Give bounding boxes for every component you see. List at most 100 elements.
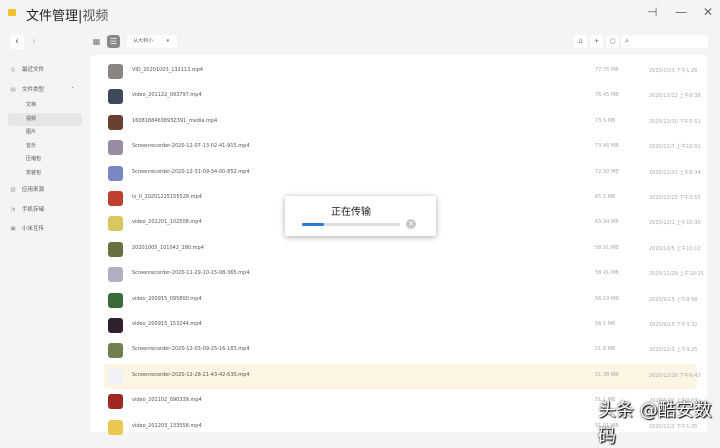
video-thumbnail	[108, 114, 123, 130]
video-thumbnail	[108, 394, 123, 410]
sidebar-icon: ▤	[10, 87, 16, 93]
sidebar-icon: ◎	[10, 67, 16, 73]
file-list: VID_20201003_132113.mp4 77.75 MB 2020/10…	[90, 55, 707, 435]
sidebar-icon: ◔	[10, 207, 16, 213]
sidebar-item[interactable]: 压缩包	[8, 153, 82, 166]
file-name: Screenrecorder-2020-12-03-09-25-16-183.m…	[132, 346, 250, 353]
file-date: 2020/12/1 上午10:30	[649, 220, 701, 227]
video-thumbnail	[108, 292, 123, 308]
sidebar-item-label: 压缩包	[26, 156, 42, 162]
sidebar-item[interactable]: ◔ 手机存储	[8, 204, 82, 217]
video-thumbnail	[108, 216, 123, 232]
file-date: 2020/9/15 下午3:32	[649, 322, 698, 328]
file-size: 63.94 MB	[595, 219, 619, 226]
file-name: Screenrecorder-2020-12-07-13-02-41-915.m…	[132, 143, 250, 150]
file-row[interactable]: Screenrecorder-2020-12-03-09-25-16-183.m…	[104, 338, 697, 363]
file-row[interactable]: 1608188463893Z391_media.mp4 73.5 MB 2020…	[104, 110, 701, 135]
file-size: 51.8 MB	[595, 346, 616, 353]
file-size: 58.41 MB	[595, 270, 619, 277]
file-date: 2020/11/29 上午10:15	[649, 271, 704, 278]
file-row[interactable]: Screenrecorder-2020-12-28-21-43-42-630.m…	[104, 363, 701, 389]
back-button[interactable]: ‹	[10, 35, 24, 49]
watermark: 头条 @酷安数码	[598, 400, 712, 447]
file-name: 1608188463893Z391_media.mp4	[132, 117, 218, 124]
list-view-button[interactable]: ☰	[107, 35, 120, 48]
close-button[interactable]: ✕	[703, 5, 713, 19]
video-thumbnail	[108, 89, 123, 105]
chevron-down-icon: ▾	[166, 38, 170, 44]
sort-dropdown[interactable]: 从大到小 ▾	[127, 35, 177, 48]
file-name: video_201201_102508.mp4	[132, 219, 202, 226]
file-name: video_200915_095800.mp4	[132, 295, 202, 302]
file-date: 2020/10/3 下午1:26	[649, 68, 698, 74]
video-thumbnail	[108, 64, 123, 79]
sidebar-icon: ▥	[10, 187, 16, 193]
sidebar-item[interactable]: 视频	[8, 113, 82, 126]
file-name: lv_0_20201225155528.mp4	[132, 194, 202, 200]
file-name: VID_20201003_132113.mp4	[132, 67, 204, 73]
file-row[interactable]: 20201005_101042_280.mp4 58.91 MB 2020/10…	[104, 237, 701, 262]
file-row[interactable]: Screenrecorder-2020-12-07-13-02-41-915.m…	[104, 135, 701, 160]
sidebar-item-label: 文档	[26, 102, 37, 108]
file-name: Screenrecorder-2020-12-28-21-43-42-630.m…	[132, 371, 250, 378]
file-date: 2020/12/7 上午10:02	[649, 144, 701, 151]
sidebar-item-label: 应用来源	[22, 187, 45, 193]
grid-view-button[interactable]: ▦	[90, 35, 103, 48]
minimize-button[interactable]: —	[675, 5, 687, 19]
sidebar-item[interactable]: 图片	[8, 126, 82, 139]
refresh-button[interactable]: ○	[606, 35, 619, 48]
sidebar-item[interactable]: 文档	[8, 99, 82, 112]
video-thumbnail	[108, 343, 123, 359]
sidebar-item-label: 音乐	[26, 143, 37, 149]
sidebar-item-label: 小米互传	[22, 226, 45, 232]
file-name: video_201203_133558.mp4	[132, 422, 202, 429]
progress-fill	[302, 223, 324, 226]
video-thumbnail	[108, 368, 123, 384]
file-date: 2020/11/22 上午9:38	[649, 93, 701, 100]
search-input[interactable]: ⌕	[621, 35, 708, 48]
file-size: 58.91 MB	[595, 244, 619, 251]
file-row[interactable]: Screenrecorder-2020-11-29-10-15-08-365.m…	[104, 262, 704, 287]
file-row[interactable]: video_201122_093797.mp4 76.45 MB 2020/11…	[104, 84, 701, 109]
file-row[interactable]: VID_20201003_132113.mp4 77.75 MB 2020/10…	[104, 59, 697, 84]
video-thumbnail	[108, 140, 123, 156]
file-name: video_201102_090339.mp4	[132, 397, 202, 404]
file-row[interactable]: video_200915_153244.mp4 56.1 MB 2020/9/1…	[104, 313, 697, 338]
sidebar-item-label: 最近文件	[22, 67, 45, 73]
file-row[interactable]: video_200915_095800.mp4 56.19 MB 2020/9/…	[104, 288, 697, 313]
file-size: 65.5 MB	[595, 194, 616, 200]
window-title: 文件管理|视频	[26, 5, 108, 24]
file-size: 73.5 MB	[595, 117, 616, 124]
upload-cloud-icon[interactable]: ⌂	[574, 35, 587, 48]
sidebar-item-label: 手机存储	[22, 207, 45, 213]
video-thumbnail	[108, 318, 123, 333]
file-date: 2020/12/31 上午9:34	[649, 169, 701, 176]
file-row[interactable]: Screenrecorder-2020-12-31-09-34-00-852.m…	[104, 161, 701, 186]
file-name: video_201122_093797.mp4	[132, 92, 202, 99]
sidebar-item-label: 安装包	[26, 170, 42, 176]
search-icon: ⌕	[625, 37, 629, 45]
cancel-transfer-button[interactable]: ✕	[406, 219, 416, 229]
sidebar-item[interactable]: ▤ 文件类型 ˄	[8, 84, 82, 97]
file-date: 2020/10/5 上午10:12	[649, 245, 701, 252]
sidebar-item[interactable]: 安装包	[8, 167, 82, 180]
video-thumbnail	[108, 267, 123, 283]
pin-icon[interactable]: ⊣	[647, 5, 657, 19]
sidebar-icon: ▣	[10, 226, 16, 232]
sidebar-item[interactable]: 音乐	[8, 140, 82, 153]
sort-label: 从大到小	[133, 38, 154, 44]
file-size: 56.1 MB	[595, 321, 616, 327]
file-date: 2020/12/30 下午5:51	[649, 118, 701, 125]
app-logo-icon	[8, 9, 16, 16]
sidebar-item[interactable]: ▣ 小米互传	[8, 223, 82, 236]
file-date: 2020/12/3 上午9:25	[649, 347, 698, 354]
forward-button[interactable]: ›	[27, 35, 41, 49]
progress-bar	[302, 223, 400, 226]
sidebar-item-label: 视频	[26, 116, 37, 122]
add-button[interactable]: +	[590, 35, 603, 48]
sidebar-item[interactable]: ◎ 最近文件	[8, 64, 82, 77]
video-thumbnail	[108, 241, 123, 257]
chevron-up-icon: ˄	[71, 87, 74, 93]
sidebar-item[interactable]: ▥ 应用来源	[8, 184, 82, 197]
video-thumbnail	[108, 419, 123, 435]
